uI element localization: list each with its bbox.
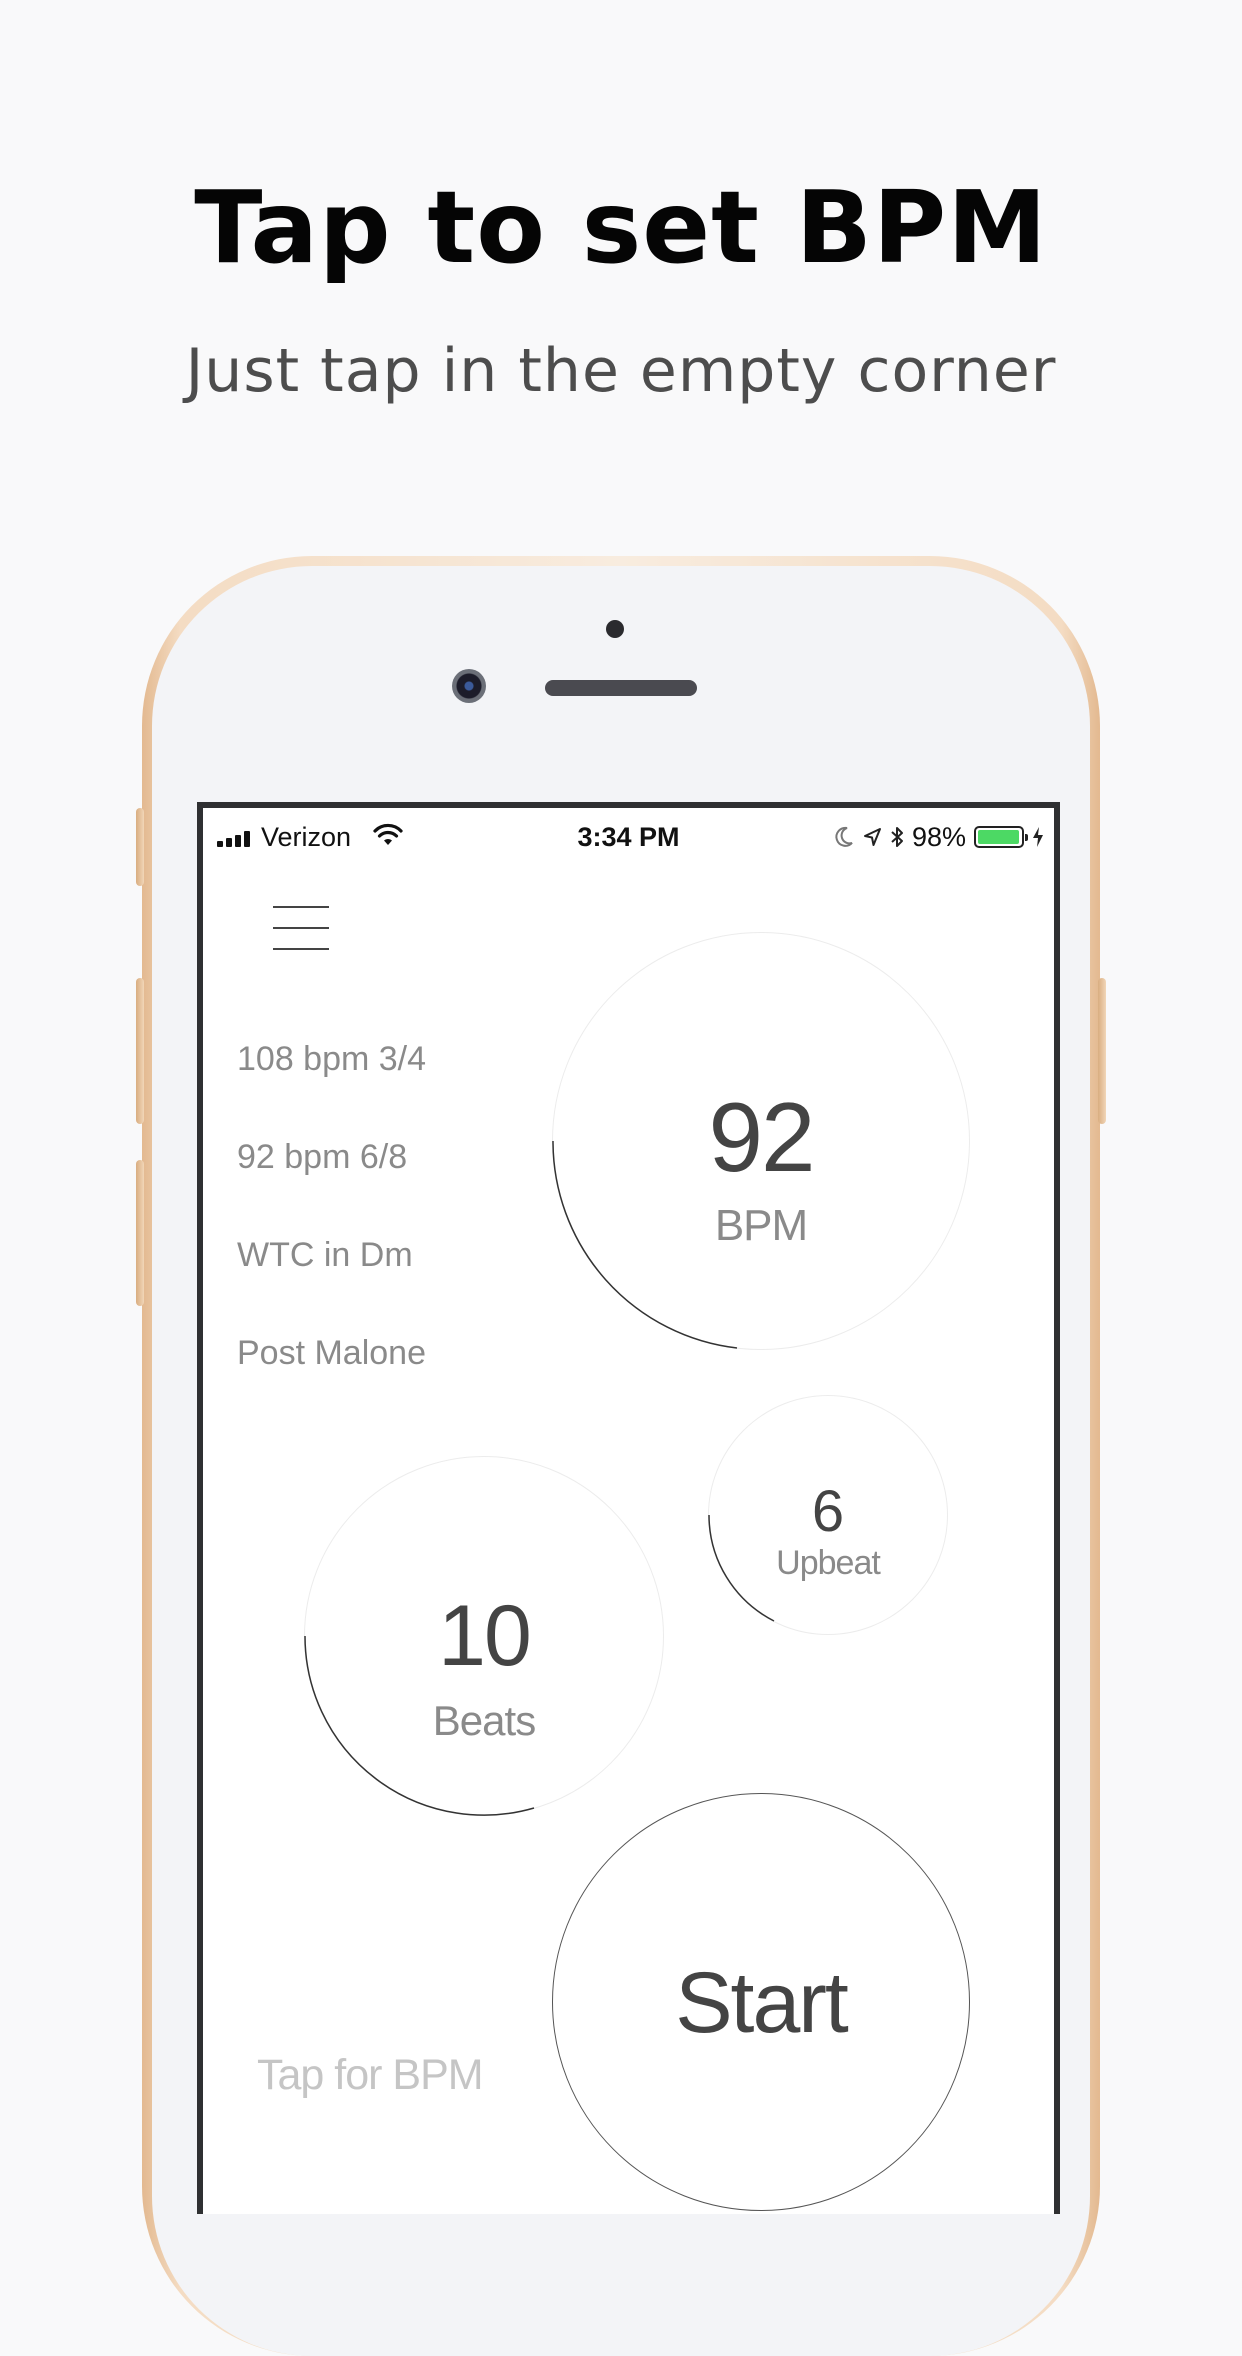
beats-label: Beats bbox=[432, 1697, 536, 1744]
bpm-value: 92 bbox=[708, 1082, 815, 1192]
phone-mute-switch bbox=[136, 808, 144, 886]
upbeat-value: 6 bbox=[811, 1479, 845, 1544]
preset-item[interactable]: 92 bpm 6/8 bbox=[237, 1138, 407, 1177]
charging-icon bbox=[1033, 827, 1043, 847]
moon-icon bbox=[835, 826, 853, 847]
phone-screen: Verizon 3:34 PM 98% 108 bpm 3/4 92 bpm 6… bbox=[197, 802, 1060, 2214]
preset-item[interactable]: Post Malone bbox=[237, 1334, 426, 1373]
start-button-label: Start bbox=[675, 1955, 849, 2051]
status-bar: Verizon 3:34 PM 98% bbox=[203, 808, 1054, 860]
status-right-group: 98% bbox=[834, 822, 1044, 852]
bpm-dial[interactable]: 92 BPM bbox=[552, 932, 970, 1350]
phone-power-button bbox=[1098, 978, 1106, 1124]
preset-item[interactable]: 108 bpm 3/4 bbox=[237, 1040, 426, 1079]
bluetooth-icon bbox=[891, 827, 903, 847]
battery-percent: 98% bbox=[911, 821, 966, 852]
upbeat-label: Upbeat bbox=[776, 1544, 881, 1582]
bpm-label: BPM bbox=[714, 1201, 808, 1250]
phone-volume-up-button bbox=[136, 978, 144, 1124]
upbeat-dial[interactable]: 6 Upbeat bbox=[708, 1395, 948, 1635]
phone-volume-down-button bbox=[136, 1160, 144, 1306]
front-camera bbox=[452, 669, 486, 703]
page-subheadline: Just tap in the empty corner bbox=[185, 336, 1057, 406]
earpiece-speaker bbox=[545, 680, 697, 696]
beats-dial[interactable]: 10 Beats bbox=[304, 1456, 664, 1816]
proximity-sensor bbox=[606, 620, 624, 638]
start-button[interactable]: Start bbox=[552, 1793, 970, 2211]
preset-item[interactable]: WTC in Dm bbox=[237, 1236, 413, 1275]
tap-for-bpm-area[interactable]: Tap for BPM bbox=[257, 2051, 484, 2100]
hamburger-menu-icon[interactable] bbox=[273, 906, 329, 950]
battery-level-fill bbox=[978, 830, 1020, 844]
location-icon bbox=[863, 828, 881, 846]
page-headline: Tap to set BPM bbox=[194, 169, 1048, 286]
battery-icon bbox=[974, 826, 1028, 848]
beats-value: 10 bbox=[438, 1588, 532, 1684]
